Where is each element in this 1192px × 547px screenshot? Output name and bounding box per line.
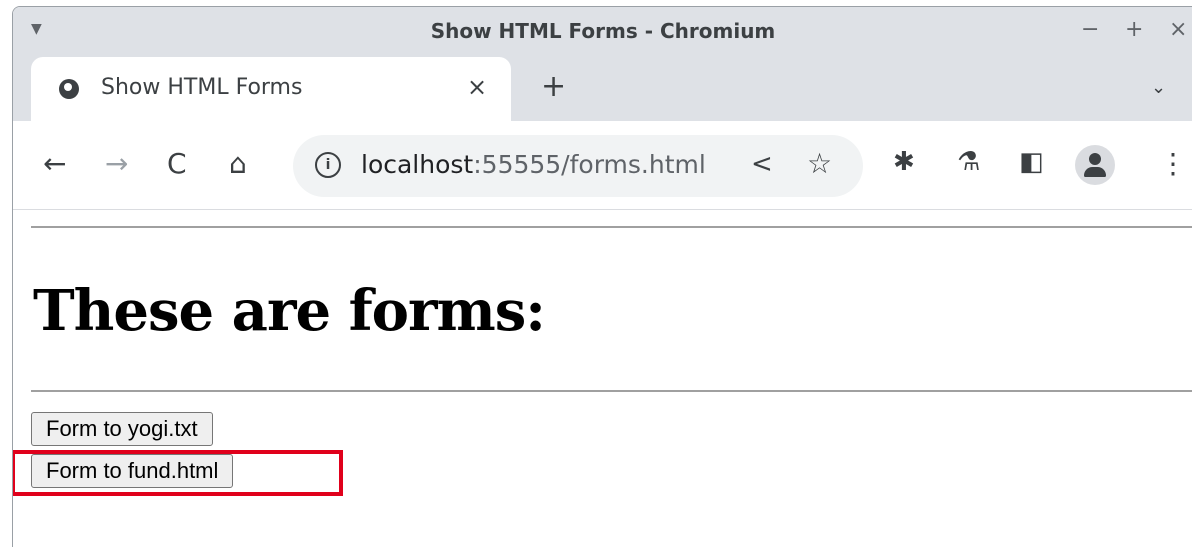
page-content: These are forms: Form to yogi.txt Form t…: [13, 210, 1192, 547]
horizontal-rule: [31, 390, 1192, 392]
tab-show-html-forms[interactable]: Show HTML Forms ×: [31, 57, 511, 121]
form-to-yogi-button[interactable]: Form to yogi.txt: [31, 412, 213, 446]
tab-strip: Show HTML Forms × + ⌄: [13, 55, 1192, 121]
site-info-icon[interactable]: i: [315, 152, 341, 178]
url-path: :55555/forms.html: [473, 150, 706, 179]
page-heading: These are forms:: [33, 278, 546, 344]
labs-flask-icon[interactable]: ⚗: [957, 147, 980, 177]
profile-avatar-icon[interactable]: [1075, 145, 1115, 185]
bookmark-star-icon[interactable]: ☆: [807, 147, 832, 180]
title-bar: ▼ Show HTML Forms - Chromium − + ×: [13, 7, 1192, 55]
url-text[interactable]: localhost:55555/forms.html: [361, 150, 706, 179]
browser-window: ▼ Show HTML Forms - Chromium − + × Show …: [12, 6, 1192, 547]
reload-button[interactable]: C: [167, 147, 187, 180]
tab-search-chevron-icon[interactable]: ⌄: [1151, 77, 1166, 98]
minimize-button[interactable]: −: [1081, 17, 1099, 42]
horizontal-rule: [31, 226, 1192, 228]
new-tab-button[interactable]: +: [541, 69, 566, 104]
back-button[interactable]: ←: [43, 147, 66, 180]
globe-icon: [59, 79, 79, 99]
share-icon[interactable]: <: [751, 149, 773, 179]
extensions-puzzle-icon[interactable]: ✱: [893, 147, 915, 177]
tab-title: Show HTML Forms: [101, 75, 303, 100]
window-title: Show HTML Forms - Chromium: [430, 19, 776, 43]
browser-toolbar: ← → C ⌂ i localhost:55555/forms.html < ☆…: [13, 121, 1192, 210]
form-to-fund-button[interactable]: Form to fund.html: [31, 454, 234, 488]
forward-button[interactable]: →: [105, 147, 128, 180]
url-host: localhost: [361, 150, 474, 179]
close-window-button[interactable]: ×: [1169, 17, 1187, 42]
menu-kebab-icon[interactable]: ⋮: [1159, 147, 1187, 180]
maximize-button[interactable]: +: [1125, 17, 1143, 42]
home-button[interactable]: ⌂: [229, 147, 247, 180]
tab-close-icon[interactable]: ×: [467, 73, 487, 101]
address-bar[interactable]: i localhost:55555/forms.html < ☆: [293, 135, 863, 197]
side-panel-icon[interactable]: ◧: [1019, 147, 1044, 177]
